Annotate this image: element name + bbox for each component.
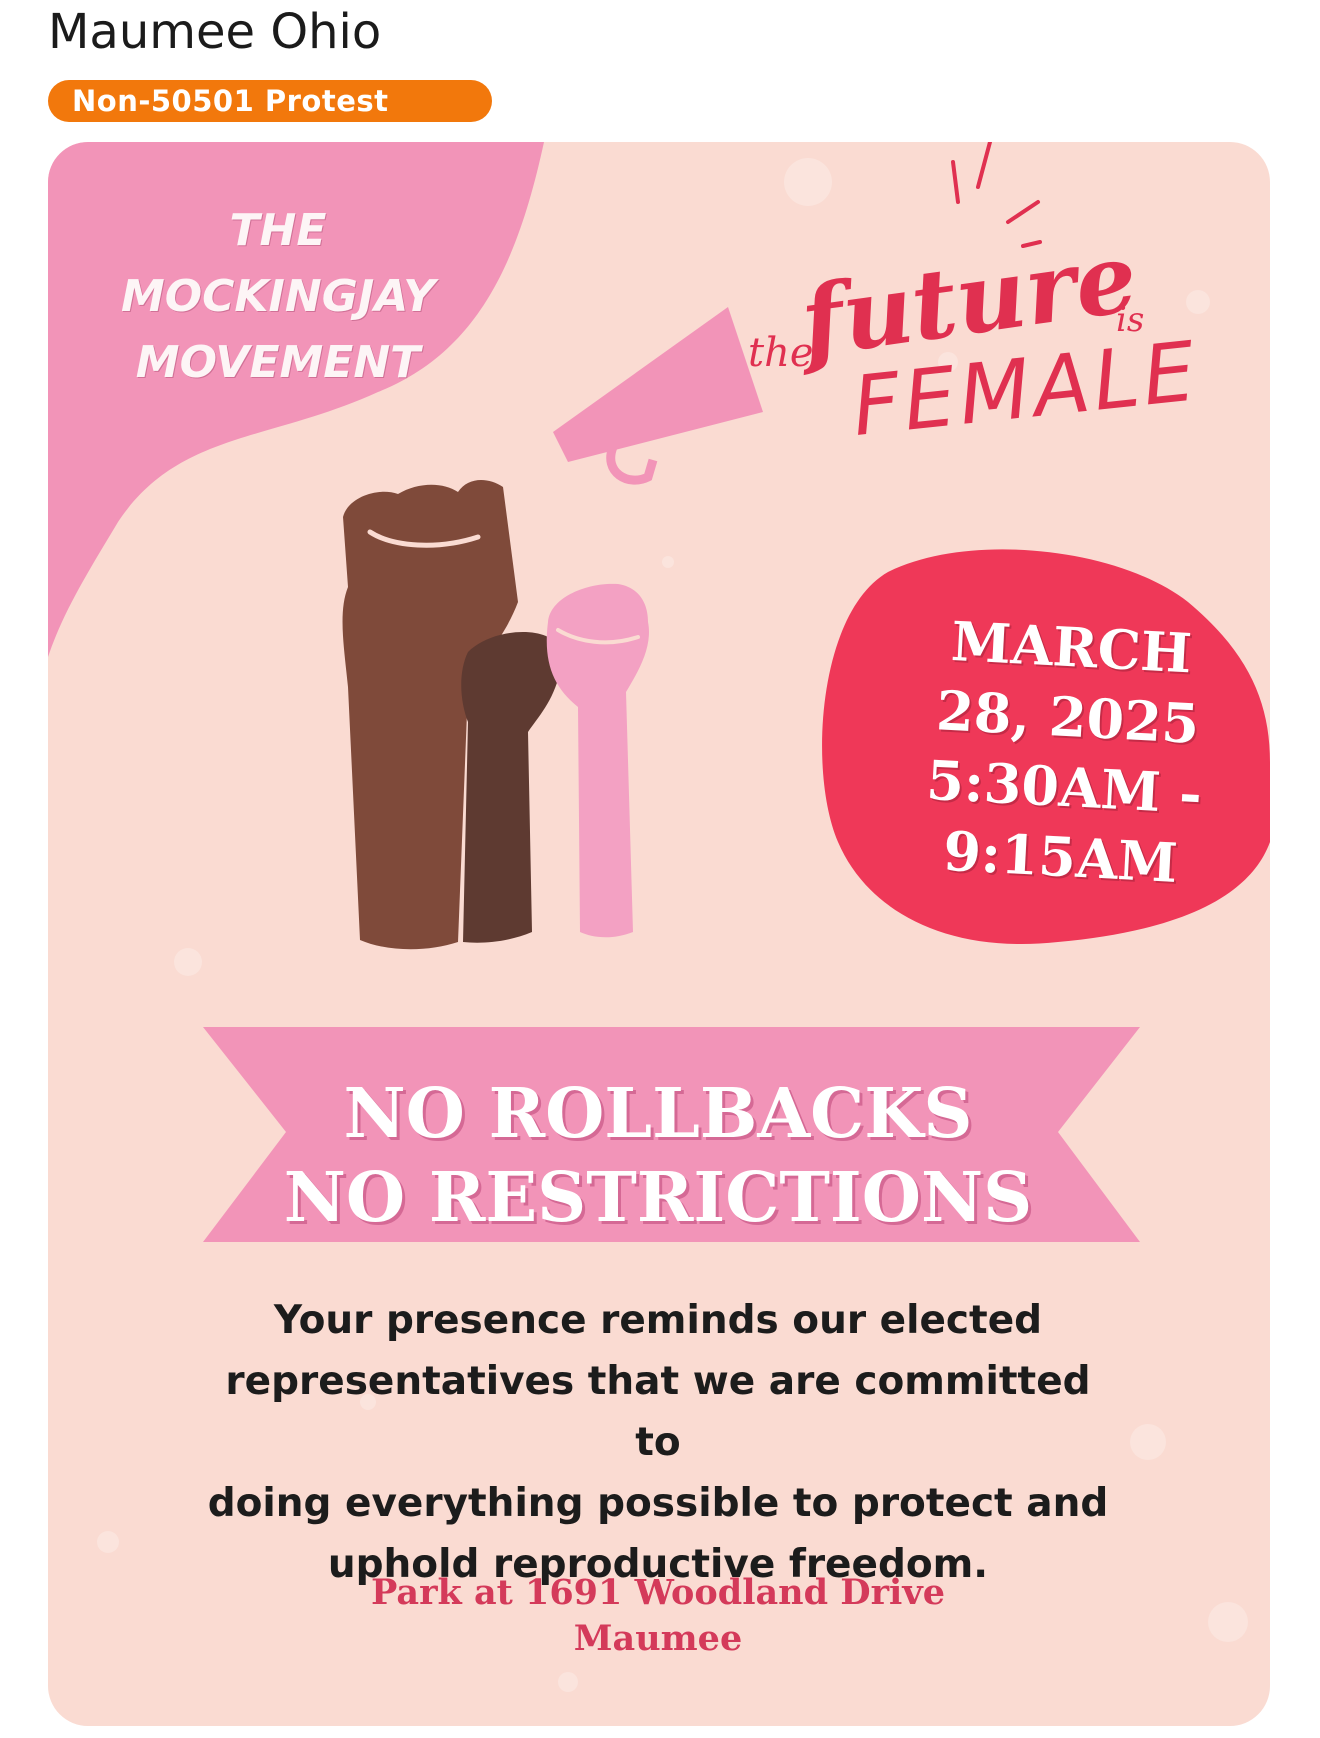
message-paragraph: Your presence reminds our elected repres… [198, 1290, 1118, 1595]
organization-line: THE MOCKINGJAY [120, 205, 436, 322]
banner-line: NO RESTRICTIONS [283, 1158, 1033, 1238]
event-datetime: MARCH 28, 2025 5:30AM - 9:15AM [879, 603, 1253, 901]
flair-tag[interactable]: Non-50501 Protest Flyer [48, 80, 492, 160]
message-line: Your presence reminds our elected [273, 1298, 1043, 1343]
banner-line: NO ROLLBACKS [343, 1074, 973, 1154]
post-title: Maumee Ohio [48, 4, 382, 60]
location-line: Park at 1691 Woodland Drive [371, 1572, 945, 1613]
raised-fist-icon [342, 480, 649, 950]
organization-name: THE MOCKINGJAY MOVEMENT [88, 198, 468, 396]
protest-flyer-image[interactable]: THE MOCKINGJAY MOVEMENT the future is FE… [48, 142, 1270, 1726]
location-info: Park at 1691 Woodland Drive Maumee [298, 1570, 1018, 1662]
slogan: the future is FEMALE [748, 212, 1208, 512]
organization-line: MOVEMENT [135, 337, 421, 388]
message-line: doing everything possible to protect and [207, 1481, 1109, 1526]
message-line: representatives that we are committed to [225, 1359, 1091, 1465]
location-line: Maumee [573, 1618, 743, 1659]
banner-headline: NO ROLLBACKS NO RESTRICTIONS [198, 1072, 1118, 1240]
